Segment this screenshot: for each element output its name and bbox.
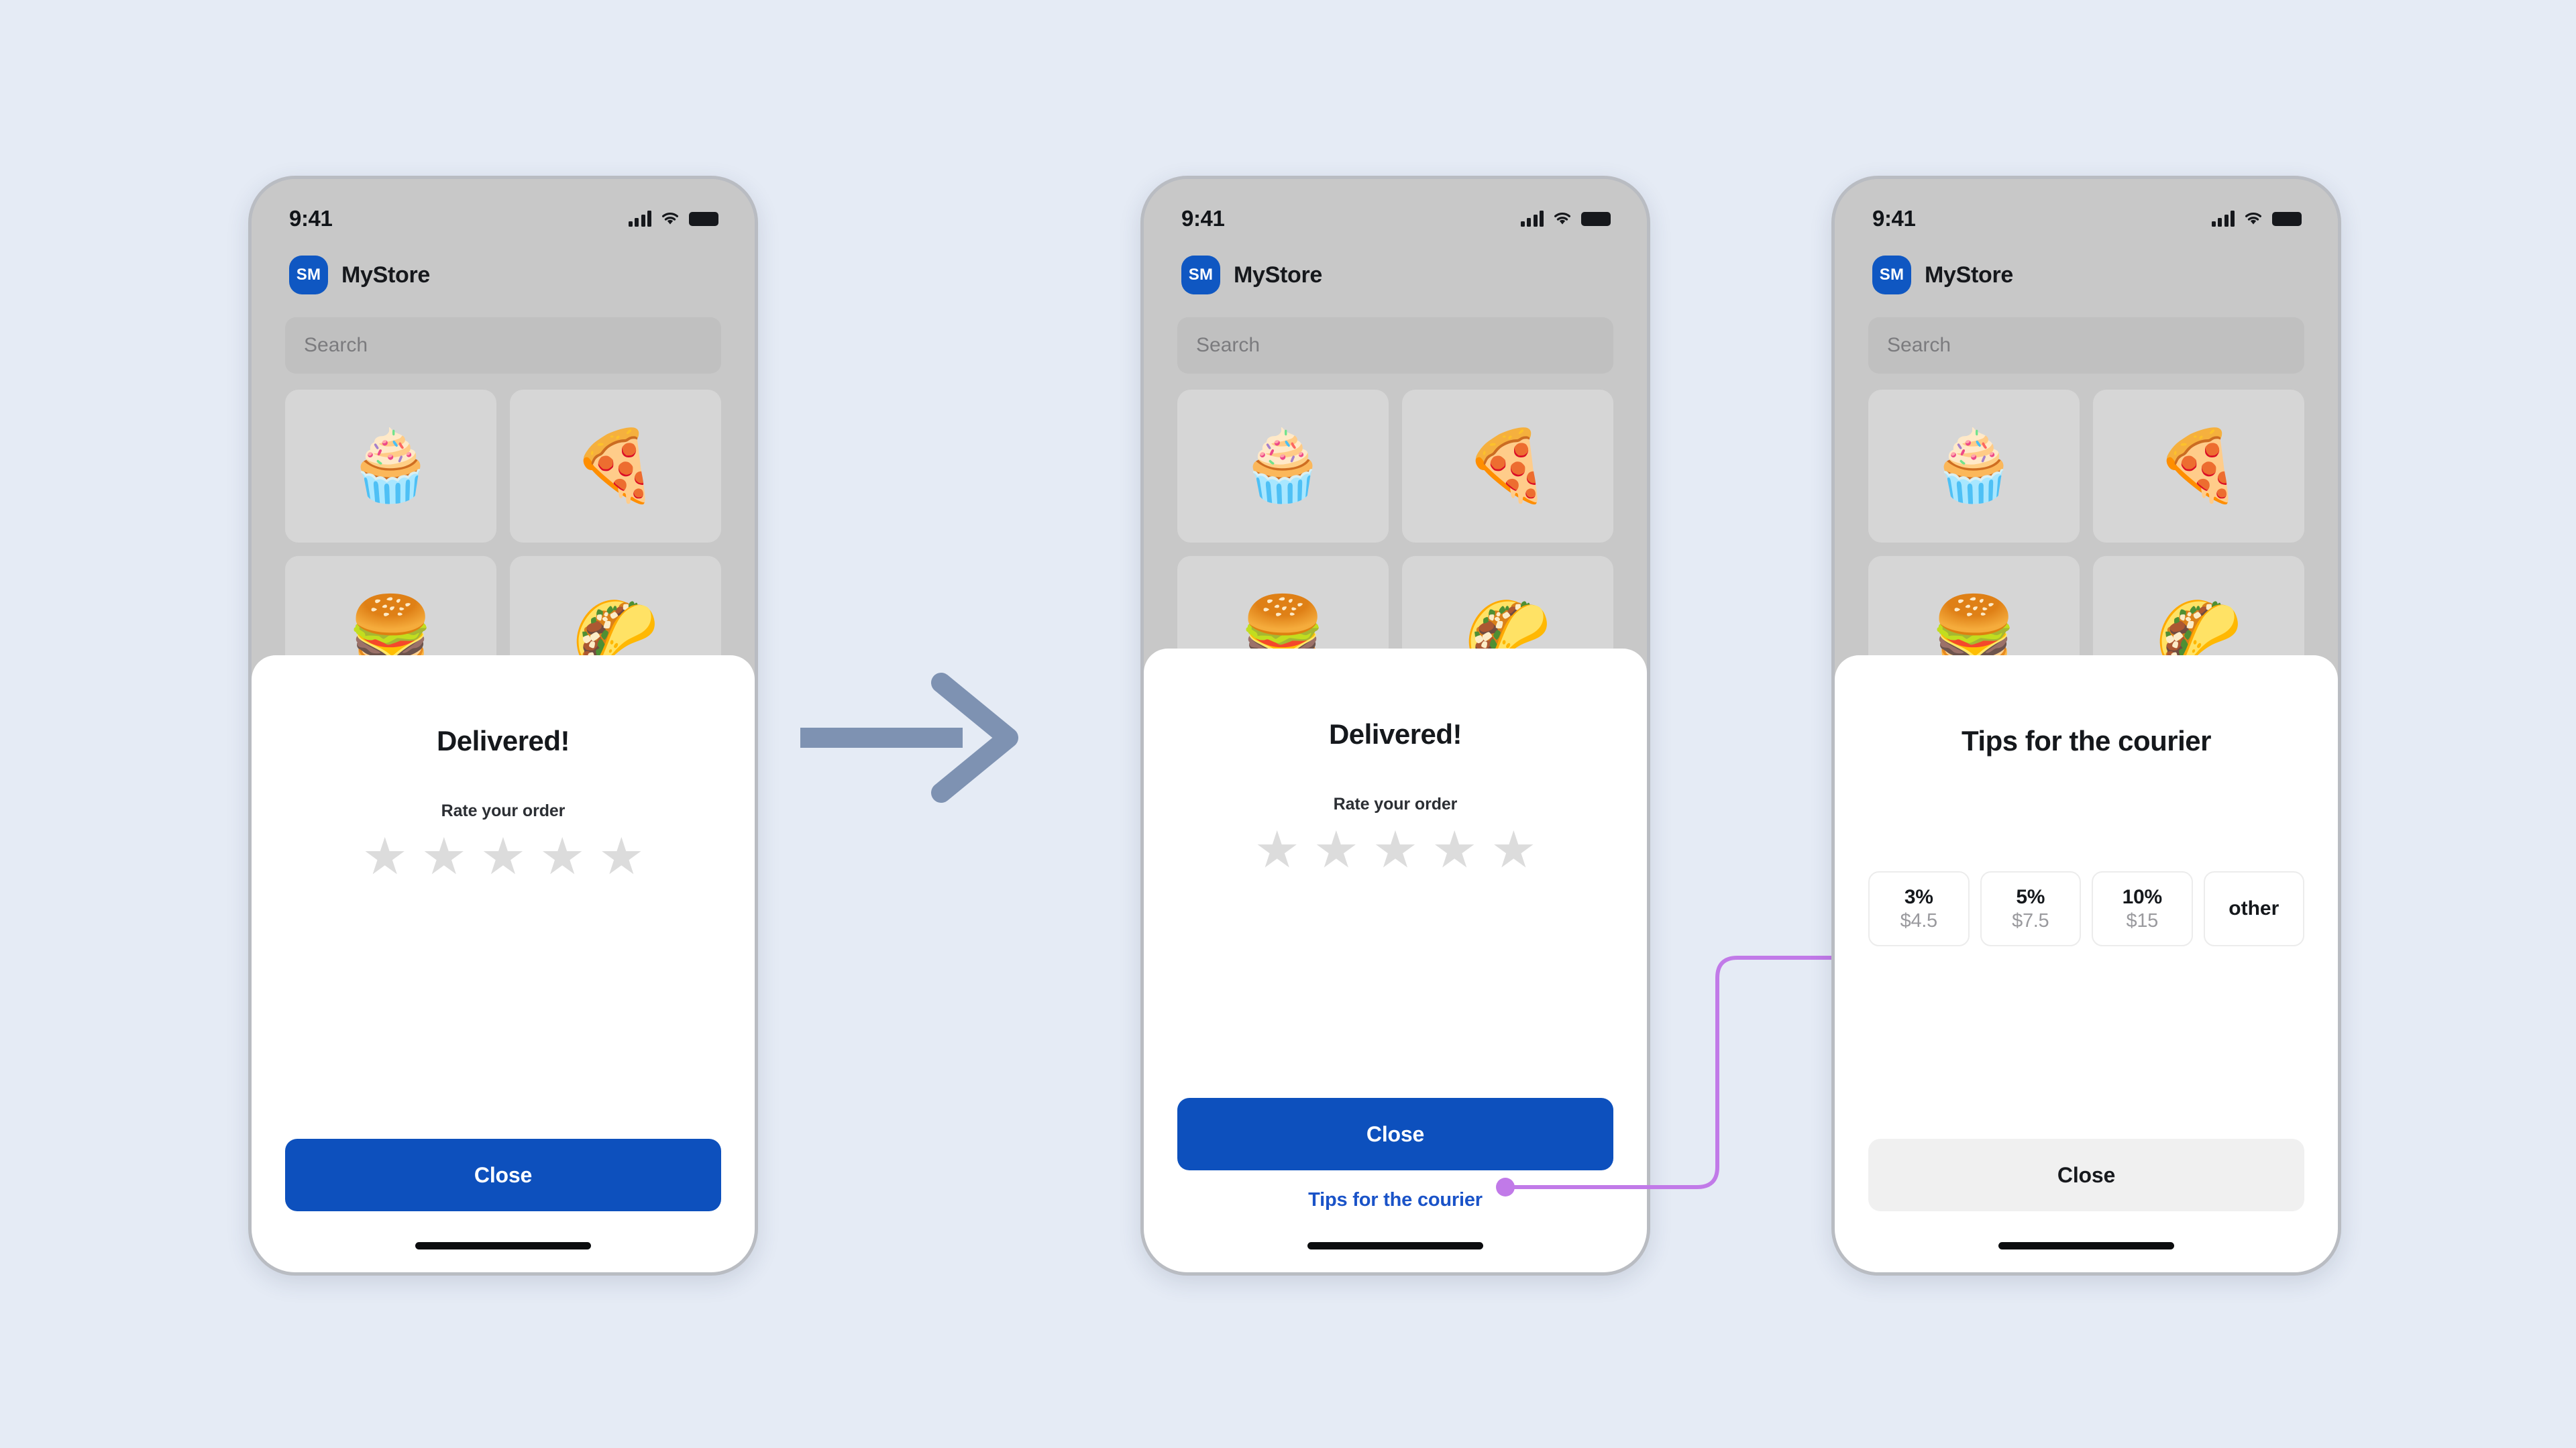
battery-icon <box>1581 211 1611 226</box>
store-name: MyStore <box>1925 262 2014 288</box>
phone-screen-3: 9:41 SM MyStore Search 🧁 🍕 🍔 🌮 Tips for … <box>1831 176 2341 1276</box>
home-indicator <box>1307 1242 1483 1249</box>
store-name: MyStore <box>341 262 431 288</box>
phone-3-viewport: 9:41 SM MyStore Search 🧁 🍕 🍔 🌮 Tips for … <box>1835 179 2338 1272</box>
avatar: SM <box>289 256 328 294</box>
product-tile-cupcake[interactable]: 🧁 <box>1177 390 1389 543</box>
battery-icon <box>689 211 718 226</box>
search-container: Search <box>1144 302 1647 374</box>
product-tile-pizza[interactable]: 🍕 <box>510 390 721 543</box>
connector-arrow-icon <box>1496 940 1868 1196</box>
rate-order-label: Rate your order <box>441 801 566 820</box>
search-container: Search <box>1835 302 2338 374</box>
tip-option-5[interactable]: 5% $7.5 <box>1980 871 2081 946</box>
star-rating[interactable]: ★ ★ ★ ★ ★ <box>285 832 721 883</box>
avatar: SM <box>1181 256 1220 294</box>
search-input[interactable]: Search <box>285 317 721 374</box>
flow-canvas: 9:41 SM MyStore Search 🧁 🍕 🍔 🌮 Delivered… <box>0 0 2576 1448</box>
search-placeholder: Search <box>304 334 368 356</box>
battery-icon <box>2272 211 2302 226</box>
tip-option-other[interactable]: other <box>2203 871 2304 946</box>
wifi-icon <box>1554 213 1570 225</box>
delivered-modal-1: Delivered! Rate your order ★ ★ ★ ★ ★ Clo… <box>252 655 755 1272</box>
phone-screen-1: 9:41 SM MyStore Search 🧁 🍕 🍔 🌮 Delivered… <box>248 176 758 1276</box>
star-icon-4[interactable]: ★ <box>539 832 585 883</box>
wifi-icon <box>662 213 678 225</box>
status-bar: 9:41 <box>1835 179 2338 241</box>
star-rating[interactable]: ★ ★ ★ ★ ★ <box>1177 825 1613 876</box>
star-icon-3[interactable]: ★ <box>1373 825 1418 876</box>
avatar: SM <box>1872 256 1911 294</box>
tip-amount: $7.5 <box>2012 909 2049 932</box>
close-button[interactable]: Close <box>1868 1139 2304 1211</box>
rate-order-label: Rate your order <box>1333 795 1458 814</box>
close-button[interactable]: Close <box>285 1139 721 1211</box>
home-indicator-area <box>285 1211 721 1272</box>
tip-percent: 5% <box>2016 885 2045 908</box>
store-name: MyStore <box>1234 262 1323 288</box>
product-tile-cupcake[interactable]: 🧁 <box>1868 390 2080 543</box>
tip-option-3[interactable]: 3% $4.5 <box>1868 871 1970 946</box>
search-input[interactable]: Search <box>1868 317 2304 374</box>
signal-bars-icon <box>2211 211 2235 227</box>
star-icon-5[interactable]: ★ <box>1491 825 1536 876</box>
modal-title: Tips for the courier <box>1962 725 2211 757</box>
arrow-right-icon <box>800 673 1018 803</box>
star-icon-4[interactable]: ★ <box>1432 825 1477 876</box>
tip-percent: 10% <box>2122 885 2162 908</box>
app-header: SM MyStore <box>1835 241 2338 302</box>
status-bar: 9:41 <box>252 179 755 241</box>
product-tile-pizza[interactable]: 🍕 <box>2093 390 2304 543</box>
star-icon-3[interactable]: ★ <box>480 832 526 883</box>
tip-options: 3% $4.5 5% $7.5 10% $15 other <box>1868 871 2304 946</box>
signal-bars-icon <box>628 211 651 227</box>
tip-amount: $15 <box>2126 909 2159 932</box>
product-tile-cupcake[interactable]: 🧁 <box>285 390 496 543</box>
status-time: 9:41 <box>1181 206 1225 231</box>
home-indicator-area <box>1868 1211 2304 1272</box>
status-time: 9:41 <box>1872 206 1916 231</box>
tip-option-10[interactable]: 10% $15 <box>2092 871 2193 946</box>
tips-for-courier-link[interactable]: Tips for the courier <box>1308 1189 1483 1211</box>
modal-spacer <box>1868 946 2304 1139</box>
search-placeholder: Search <box>1196 334 1260 356</box>
signal-bars-icon <box>1520 211 1544 227</box>
modal-title: Delivered! <box>1328 718 1462 750</box>
star-icon-2[interactable]: ★ <box>1313 825 1359 876</box>
home-indicator <box>415 1242 591 1249</box>
tip-percent: 3% <box>1904 885 1933 908</box>
modal-title: Delivered! <box>436 725 570 757</box>
status-icons <box>2211 211 2302 227</box>
tips-modal: Tips for the courier 3% $4.5 5% $7.5 10%… <box>1835 655 2338 1272</box>
home-indicator <box>1998 1242 2174 1249</box>
search-container: Search <box>252 302 755 374</box>
search-placeholder: Search <box>1887 334 1951 356</box>
modal-spacer <box>285 883 721 1139</box>
status-bar: 9:41 <box>1144 179 1647 241</box>
status-icons <box>628 211 718 227</box>
star-icon-1[interactable]: ★ <box>362 832 408 883</box>
app-header: SM MyStore <box>1144 241 1647 302</box>
star-icon-1[interactable]: ★ <box>1254 825 1300 876</box>
status-time: 9:41 <box>289 206 333 231</box>
search-input[interactable]: Search <box>1177 317 1613 374</box>
app-header: SM MyStore <box>252 241 755 302</box>
tip-other-label: other <box>2229 897 2279 920</box>
status-icons <box>1520 211 1611 227</box>
wifi-icon <box>2245 213 2261 225</box>
phone-1-viewport: 9:41 SM MyStore Search 🧁 🍕 🍔 🌮 Delivered… <box>252 179 755 1272</box>
star-icon-2[interactable]: ★ <box>421 832 467 883</box>
product-tile-pizza[interactable]: 🍕 <box>1402 390 1613 543</box>
tip-amount: $4.5 <box>1900 909 1938 932</box>
star-icon-5[interactable]: ★ <box>598 832 644 883</box>
